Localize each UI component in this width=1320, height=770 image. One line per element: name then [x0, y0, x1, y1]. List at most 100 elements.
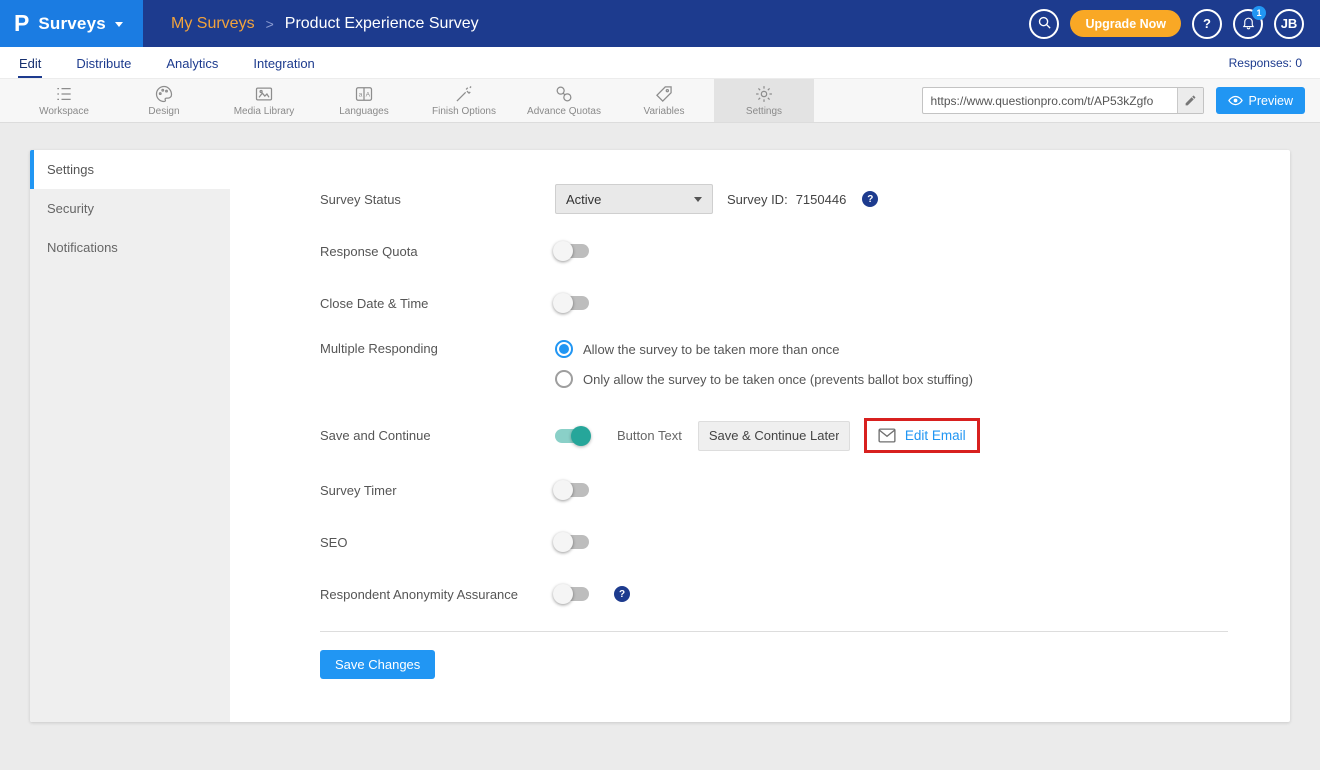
- survey-timer-row: Survey Timer: [320, 475, 1228, 505]
- tag-icon: [654, 84, 674, 104]
- svg-text:A: A: [366, 92, 371, 99]
- main-nav: Edit Distribute Analytics Integration Re…: [0, 47, 1320, 78]
- toolbar-right: https://www.questionpro.com/t/AP53kZgfo …: [922, 79, 1320, 122]
- toolbar-item-label: Languages: [339, 106, 389, 117]
- palette-icon: [154, 84, 174, 104]
- toolbar-item-label: Advance Quotas: [527, 106, 601, 117]
- quota-links-icon: [554, 84, 574, 104]
- edit-url-button[interactable]: [1177, 88, 1203, 113]
- topbar: P Surveys My Surveys > Product Experienc…: [0, 0, 1320, 47]
- breadcrumb-separator: >: [266, 16, 274, 32]
- radio-option-label: Allow the survey to be taken more than o…: [583, 342, 840, 357]
- survey-status-select[interactable]: Active: [555, 184, 713, 214]
- magic-wand-icon: [454, 84, 474, 104]
- survey-id-value: 7150446: [796, 192, 847, 207]
- question-mark-icon: ?: [1203, 16, 1211, 31]
- tab-distribute[interactable]: Distribute: [75, 50, 132, 78]
- survey-url-text[interactable]: https://www.questionpro.com/t/AP53kZgfo: [923, 94, 1177, 108]
- toolbar-item-label: Design: [148, 106, 179, 117]
- survey-timer-label: Survey Timer: [320, 483, 555, 498]
- toolbar-item-label: Media Library: [234, 106, 295, 117]
- survey-status-label: Survey Status: [320, 192, 555, 207]
- pencil-icon: [1184, 94, 1197, 107]
- envelope-icon: [878, 428, 896, 443]
- edit-email-link[interactable]: Edit Email: [905, 428, 966, 443]
- multiple-responding-label: Multiple Responding: [320, 340, 555, 356]
- avatar[interactable]: JB: [1274, 9, 1304, 39]
- preview-button[interactable]: Preview: [1216, 87, 1305, 114]
- toolbar-item-finish-options[interactable]: Finish Options: [414, 79, 514, 122]
- workspace-icon: [54, 84, 74, 104]
- radio-option-once[interactable]: Only allow the survey to be taken once (…: [555, 370, 973, 388]
- sidebar-item-notifications[interactable]: Notifications: [30, 228, 230, 267]
- eye-icon: [1228, 93, 1243, 108]
- avatar-initials: JB: [1281, 16, 1298, 31]
- toggle-knob: [553, 241, 573, 261]
- button-text-label: Button Text: [617, 428, 682, 443]
- radio-button[interactable]: [555, 370, 573, 388]
- toggle-knob: [553, 532, 573, 552]
- radio-option-label: Only allow the survey to be taken once (…: [583, 372, 973, 387]
- tab-analytics[interactable]: Analytics: [165, 50, 219, 78]
- save-continue-label: Save and Continue: [320, 428, 555, 443]
- toggle-knob: [553, 584, 573, 604]
- questionpro-logo: P: [14, 12, 29, 35]
- gear-icon: [754, 84, 774, 104]
- breadcrumb-my-surveys[interactable]: My Surveys: [171, 15, 255, 33]
- help-button[interactable]: ?: [1192, 9, 1222, 39]
- settings-card: Settings Security Notifications Survey S…: [30, 150, 1290, 722]
- search-button[interactable]: [1029, 9, 1059, 39]
- anonymity-label: Respondent Anonymity Assurance: [320, 587, 555, 602]
- tab-integration[interactable]: Integration: [252, 50, 315, 78]
- toolbar-item-design[interactable]: Design: [114, 79, 214, 122]
- toolbar-item-label: Variables: [644, 106, 685, 117]
- sidebar-item-security[interactable]: Security: [30, 189, 230, 228]
- edit-email-highlighted-area[interactable]: Edit Email: [864, 418, 980, 453]
- toolbar-item-advance-quotas[interactable]: Advance Quotas: [514, 79, 614, 122]
- tab-edit[interactable]: Edit: [18, 50, 42, 78]
- save-continue-toggle[interactable]: [555, 429, 589, 443]
- upgrade-now-button[interactable]: Upgrade Now: [1070, 10, 1181, 37]
- toolbar-item-settings[interactable]: Settings: [714, 79, 814, 122]
- toolbar-item-workspace[interactable]: Workspace: [14, 79, 114, 122]
- image-icon: [254, 84, 274, 104]
- edit-toolbar: Workspace Design Media Library aA Langua…: [0, 78, 1320, 123]
- multiple-responding-row: Multiple Responding Allow the survey to …: [320, 340, 1228, 388]
- radio-button-selected[interactable]: [555, 340, 573, 358]
- toolbar-item-label: Finish Options: [432, 106, 496, 117]
- content-area: Settings Security Notifications Survey S…: [0, 123, 1320, 770]
- close-date-toggle[interactable]: [555, 296, 589, 310]
- chevron-down-icon: [115, 22, 123, 27]
- anonymity-toggle[interactable]: [555, 587, 589, 601]
- toolbar-item-media-library[interactable]: Media Library: [214, 79, 314, 122]
- sidebar-item-settings[interactable]: Settings: [30, 150, 230, 189]
- toggle-knob: [571, 426, 591, 446]
- survey-id-help-icon[interactable]: ?: [862, 191, 878, 207]
- radio-option-multiple[interactable]: Allow the survey to be taken more than o…: [555, 340, 973, 358]
- toolbar-item-variables[interactable]: Variables: [614, 79, 714, 122]
- save-changes-button[interactable]: Save Changes: [320, 650, 435, 679]
- button-text-input[interactable]: [698, 421, 850, 451]
- seo-row: SEO: [320, 527, 1228, 557]
- close-date-label: Close Date & Time: [320, 296, 555, 311]
- anonymity-help-icon[interactable]: ?: [614, 586, 630, 602]
- response-quota-row: Response Quota: [320, 236, 1228, 266]
- toolbar-item-languages[interactable]: aA Languages: [314, 79, 414, 122]
- toggle-knob: [553, 480, 573, 500]
- brand-menu[interactable]: P Surveys: [0, 0, 143, 47]
- svg-text:a: a: [359, 92, 363, 99]
- survey-timer-toggle[interactable]: [555, 483, 589, 497]
- topbar-actions: Upgrade Now ? 1 JB: [1029, 9, 1320, 39]
- breadcrumb: My Surveys > Product Experience Survey: [171, 15, 479, 33]
- save-continue-row: Save and Continue Button Text Edit Email: [320, 418, 1228, 453]
- product-name: Surveys: [38, 14, 106, 34]
- notification-count-badge: 1: [1252, 6, 1266, 20]
- response-quota-toggle[interactable]: [555, 244, 589, 258]
- survey-status-value: Active: [566, 192, 601, 207]
- notifications-button[interactable]: 1: [1233, 9, 1263, 39]
- survey-url-field[interactable]: https://www.questionpro.com/t/AP53kZgfo: [922, 87, 1204, 114]
- preview-button-label: Preview: [1249, 94, 1293, 108]
- seo-label: SEO: [320, 535, 555, 550]
- search-icon: [1037, 15, 1052, 33]
- seo-toggle[interactable]: [555, 535, 589, 549]
